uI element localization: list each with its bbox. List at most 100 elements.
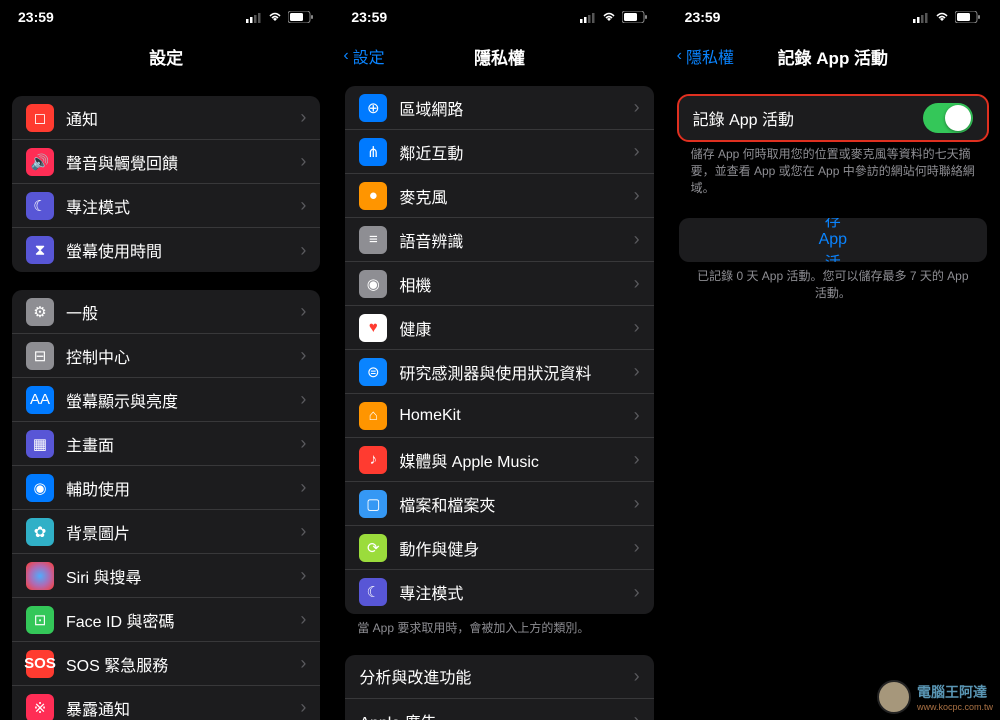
chevron-right-icon: › <box>300 477 306 498</box>
toggle-footnote: 儲存 App 何時取用您的位置或麥克風等資料的七天摘要，並查看 App 或您在 … <box>667 140 999 196</box>
row-label: Siri 與搜尋 <box>66 564 300 588</box>
save-activity-button[interactable]: 儲存 App 活動 <box>679 218 987 262</box>
grid-icon: ▦ <box>26 430 54 458</box>
list-item[interactable]: ◉相機› <box>345 262 653 306</box>
phone-record-activity: 23:59 ‹ 隱私權 記錄 App 活動 記錄 App 活動 儲存 App 何… <box>667 0 1000 720</box>
chevron-right-icon: › <box>634 666 640 687</box>
list-item[interactable]: ⋔鄰近互動› <box>345 130 653 174</box>
settings-content[interactable]: ◻通知›🔊聲音與觸覺回饋›☾專注模式›⧗螢幕使用時間›⚙一般›⊟控制中心›AA螢… <box>0 78 332 720</box>
moon-icon: ☾ <box>26 192 54 220</box>
row-label: 聲音與觸覺回饋 <box>66 150 300 174</box>
nav-bar: ‹ 隱私權 記錄 App 活動 <box>667 34 999 78</box>
nav-bar: 設定 <box>0 34 332 78</box>
row-label: 背景圖片 <box>66 520 300 544</box>
row-label: Apple 廣告 <box>359 709 633 720</box>
switches-icon: ⊟ <box>26 342 54 370</box>
faceid-icon: ⊡ <box>26 606 54 634</box>
chevron-right-icon: › <box>300 195 306 216</box>
chevron-right-icon: › <box>634 185 640 206</box>
row-label: 動作與健身 <box>399 536 633 560</box>
chevron-right-icon: › <box>634 710 640 720</box>
page-title: 隱私權 <box>474 44 525 69</box>
save-label: 儲存 App 活動 <box>819 218 847 262</box>
list-item[interactable]: SOSSOS 緊急服務› <box>12 642 320 686</box>
list-item[interactable]: ⧗螢幕使用時間› <box>12 228 320 272</box>
list-item[interactable]: ◉輔助使用› <box>12 466 320 510</box>
list-item[interactable]: ※暴露通知› <box>12 686 320 720</box>
watermark: 電腦王阿達 www.kocpc.com.tw <box>877 680 993 714</box>
siri-icon <box>26 562 54 590</box>
list-item[interactable]: ♪媒體與 Apple Music› <box>345 438 653 482</box>
back-button[interactable]: ‹ 隱私權 <box>677 44 734 68</box>
waveform-icon: ≡ <box>359 226 387 254</box>
settings-group: ⚙一般›⊟控制中心›AA螢幕顯示與亮度›▦主畫面›◉輔助使用›✿背景圖片›Sir… <box>12 290 320 720</box>
list-item[interactable]: ⌂HomeKit› <box>345 394 653 438</box>
row-label: HomeKit <box>399 407 633 425</box>
settings-group: ⊕區域網路›⋔鄰近互動›●麥克風›≡語音辨識›◉相機›♥健康›⊜研究感測器與使用… <box>345 86 653 614</box>
list-item[interactable]: ≡語音辨識› <box>345 218 653 262</box>
back-button[interactable]: ‹ 設定 <box>343 44 384 68</box>
list-item[interactable]: ♥健康› <box>345 306 653 350</box>
hourglass-icon: ⧗ <box>26 236 54 264</box>
toggle-switch[interactable] <box>923 103 973 133</box>
speaker-icon: 🔊 <box>26 148 54 176</box>
status-time: 23:59 <box>351 9 387 25</box>
list-item[interactable]: AA螢幕顯示與亮度› <box>12 378 320 422</box>
chevron-right-icon: › <box>300 151 306 172</box>
chevron-right-icon: › <box>300 433 306 454</box>
watermark-name: 電腦王阿達 <box>917 682 993 702</box>
privacy-content[interactable]: ⊕區域網路›⋔鄰近互動›●麥克風›≡語音辨識›◉相機›♥健康›⊜研究感測器與使用… <box>333 78 665 720</box>
status-bar: 23:59 <box>333 0 665 34</box>
list-item[interactable]: 分析與改進功能› <box>345 655 653 699</box>
list-item[interactable]: ☾專注模式› <box>345 570 653 614</box>
accessibility-icon: ◉ <box>26 474 54 502</box>
list-item[interactable]: ●麥克風› <box>345 174 653 218</box>
list-item[interactable]: ✿背景圖片› <box>12 510 320 554</box>
list-item[interactable]: ⚙一般› <box>12 290 320 334</box>
globe-icon: ⊕ <box>359 94 387 122</box>
status-time: 23:59 <box>685 9 721 25</box>
status-icons <box>580 11 648 23</box>
list-item[interactable]: ⊜研究感測器與使用狀況資料› <box>345 350 653 394</box>
status-icons <box>913 11 981 23</box>
status-bar: 23:59 <box>667 0 999 34</box>
record-toggle-row[interactable]: 記錄 App 活動 <box>679 96 987 140</box>
list-item[interactable]: ⊡Face ID 與密碼› <box>12 598 320 642</box>
nearby-icon: ⋔ <box>359 138 387 166</box>
list-item[interactable]: ☾專注模式› <box>12 184 320 228</box>
exposure-icon: ※ <box>26 694 54 720</box>
settings-group: 分析與改進功能›Apple 廣告› <box>345 655 653 720</box>
list-item[interactable]: ⊕區域網路› <box>345 86 653 130</box>
record-content[interactable]: 記錄 App 活動 儲存 App 何時取用您的位置或麥克風等資料的七天摘要，並查… <box>667 78 999 720</box>
list-item[interactable]: ⟳ 動作與健身› <box>345 526 653 570</box>
toggle-group: 記錄 App 活動 <box>679 96 987 140</box>
list-item[interactable]: 🔊 聲音與觸覺回饋› <box>12 140 320 184</box>
chevron-right-icon: › <box>634 141 640 162</box>
nav-bar: ‹ 設定 隱私權 <box>333 34 665 78</box>
battery-icon <box>955 11 981 23</box>
list-item[interactable]: ▦主畫面› <box>12 422 320 466</box>
list-item[interactable]: ◻通知› <box>12 96 320 140</box>
fitness-icon: ⟳ <box>359 534 387 562</box>
text-size-icon: AA <box>26 386 54 414</box>
list-item[interactable]: Siri 與搜尋› <box>12 554 320 598</box>
chevron-right-icon: › <box>634 317 640 338</box>
save-footnote: 已記錄 0 天 App 活動。您可以儲存最多 7 天的 App 活動。 <box>667 262 999 302</box>
list-item[interactable]: Apple 廣告› <box>345 699 653 720</box>
list-item[interactable]: ⊟控制中心› <box>12 334 320 378</box>
chevron-right-icon: › <box>634 537 640 558</box>
chevron-right-icon: › <box>300 240 306 261</box>
wifi-icon <box>601 11 617 23</box>
row-label: 專注模式 <box>399 580 633 604</box>
phone-privacy: 23:59 ‹ 設定 隱私權 ⊕區域網路›⋔鄰近互動›●麥克風›≡語音辨識›◉相… <box>333 0 666 720</box>
status-time: 23:59 <box>18 9 54 25</box>
wifi-icon <box>934 11 950 23</box>
sos-icon: SOS <box>26 650 54 678</box>
list-item[interactable]: ▢檔案和檔案夾› <box>345 482 653 526</box>
row-label: 區域網路 <box>399 96 633 120</box>
row-label: SOS 緊急服務 <box>66 652 300 676</box>
chevron-right-icon: › <box>300 521 306 542</box>
row-label: 相機 <box>399 272 633 296</box>
folder-icon: ▢ <box>359 490 387 518</box>
row-label: 通知 <box>66 106 300 130</box>
